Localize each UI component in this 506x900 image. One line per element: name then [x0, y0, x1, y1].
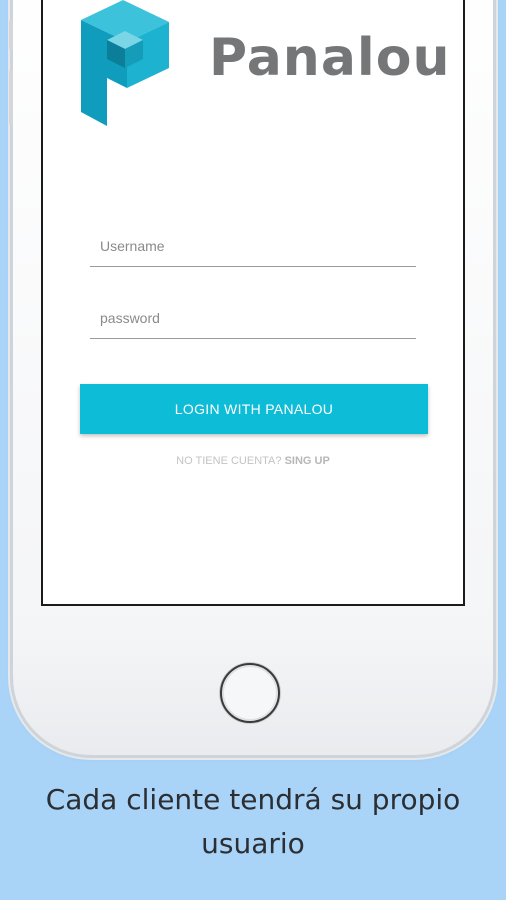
no-account-text: NO TIENE CUENTA?	[176, 455, 282, 467]
brand-logo: Panalou	[71, 0, 449, 140]
panalou-cube-logo-icon	[81, 0, 169, 126]
password-input[interactable]	[100, 306, 400, 330]
username-input[interactable]	[100, 234, 400, 258]
signup-prompt: NO TIENE CUENTA? SING UP	[43, 455, 463, 467]
home-button[interactable]	[220, 663, 280, 723]
password-field[interactable]	[90, 298, 416, 339]
caption-line-1: Cada cliente tendrá su propio	[45, 783, 461, 816]
promo-caption: Cada cliente tendrá su propio usuario	[0, 778, 506, 866]
app-screen: Panalou LOGIN WITH PANALOU NO TIENE CUEN…	[41, 0, 465, 606]
signup-link[interactable]: SING UP	[285, 455, 330, 467]
phone-frame: Panalou LOGIN WITH PANALOU NO TIENE CUEN…	[9, 0, 493, 755]
username-field[interactable]	[90, 226, 416, 267]
brand-name: Panalou	[209, 28, 451, 88]
side-button-volume	[9, 70, 13, 125]
side-button-mute	[9, 20, 13, 50]
caption-line-2: usuario	[201, 827, 305, 860]
promo-screen: Panalou LOGIN WITH PANALOU NO TIENE CUEN…	[0, 0, 506, 900]
login-button[interactable]: LOGIN WITH PANALOU	[80, 384, 428, 434]
